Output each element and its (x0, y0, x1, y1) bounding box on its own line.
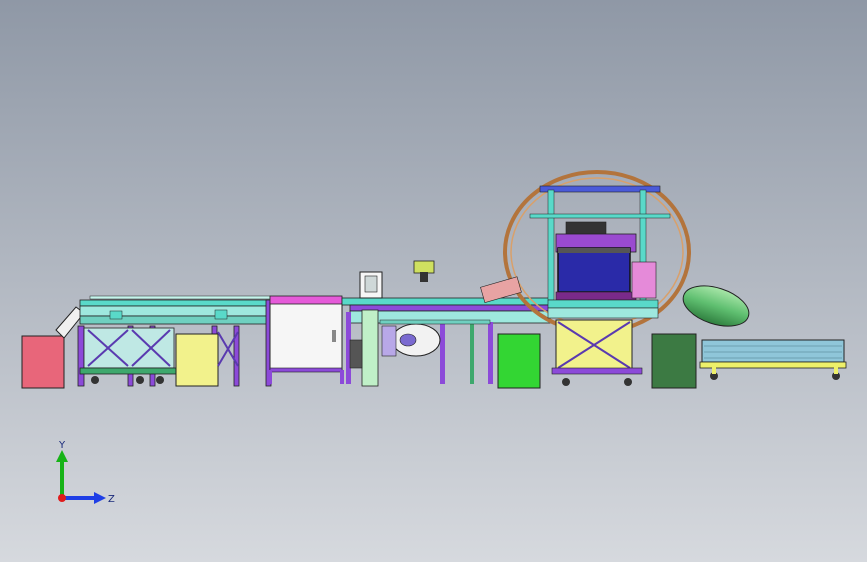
pink-reject-bin[interactable] (21, 335, 65, 389)
center-leg (440, 322, 445, 384)
green-collection-bin[interactable] (497, 333, 541, 389)
monitor-bezel-top (558, 248, 630, 253)
coordinate-triad: Y Z (56, 440, 115, 505)
overhead-sensor-mount (420, 272, 428, 282)
conveyor-belt (79, 305, 271, 317)
dark-green-bin[interactable] (651, 333, 697, 389)
outfeed-frame-base (699, 361, 847, 369)
caster-wheel (91, 376, 99, 384)
overhead-sensor-body[interactable] (413, 260, 435, 274)
center-cross-rail (379, 319, 491, 325)
caster-wheel (624, 378, 632, 386)
cyan-mounting-block (109, 310, 123, 320)
vertical-drive-column[interactable] (361, 309, 379, 387)
caster-wheel (136, 376, 144, 384)
caster-wheel (156, 376, 164, 384)
conveyor-lower-rail (79, 315, 271, 325)
lower-frame (83, 327, 175, 369)
cabinet-top-band (269, 295, 343, 305)
cabinet-handle[interactable] (332, 330, 336, 342)
wrap-base-platform (555, 291, 637, 301)
control-cabinet[interactable] (268, 295, 344, 384)
conveyor-guide-rail (89, 295, 271, 300)
y-axis-arrowhead-icon (56, 450, 68, 462)
side-bracket-pink (631, 261, 657, 299)
outfeed-leg (834, 366, 838, 374)
outfeed-leg (712, 366, 716, 374)
cabinet-leg (340, 370, 344, 384)
center-leg (488, 322, 493, 384)
left-frame-purple-bar (77, 325, 85, 387)
packaging-line-assembly-model[interactable] (0, 0, 867, 562)
cabinet-base (269, 367, 343, 373)
wrap-conveyor-rail (547, 299, 659, 309)
cabinet-body[interactable] (269, 301, 343, 371)
wrap-base-rail (551, 367, 643, 375)
z-axis-label: Z (108, 494, 115, 505)
wrap-conveyor-belt (547, 307, 659, 319)
tape-roll-core (399, 333, 417, 347)
triad-origin-icon (58, 494, 66, 502)
conveyor-top-rail (79, 299, 271, 307)
center-purple-rail (349, 304, 551, 312)
frame-base-rail (79, 367, 181, 375)
cad-graphics-viewport[interactable]: Y Z (0, 0, 867, 562)
tape-roll-bracket (381, 325, 397, 357)
monitor-display[interactable] (557, 247, 631, 293)
viewport-background (0, 0, 867, 562)
yellow-collection-bin[interactable] (175, 333, 219, 387)
labeling-head-detail (364, 275, 378, 293)
cyan-mounting-block (214, 309, 228, 320)
center-leg (470, 322, 474, 384)
drive-motor (349, 339, 363, 369)
ring-crossbar (529, 213, 671, 219)
cabinet-leg (268, 370, 272, 384)
z-axis-arrowhead-icon (94, 492, 106, 504)
outfeed-conveyor-deck[interactable] (701, 339, 845, 363)
caster-wheel (562, 378, 570, 386)
ring-frame-post (547, 189, 555, 301)
y-axis-label: Y (58, 440, 66, 451)
